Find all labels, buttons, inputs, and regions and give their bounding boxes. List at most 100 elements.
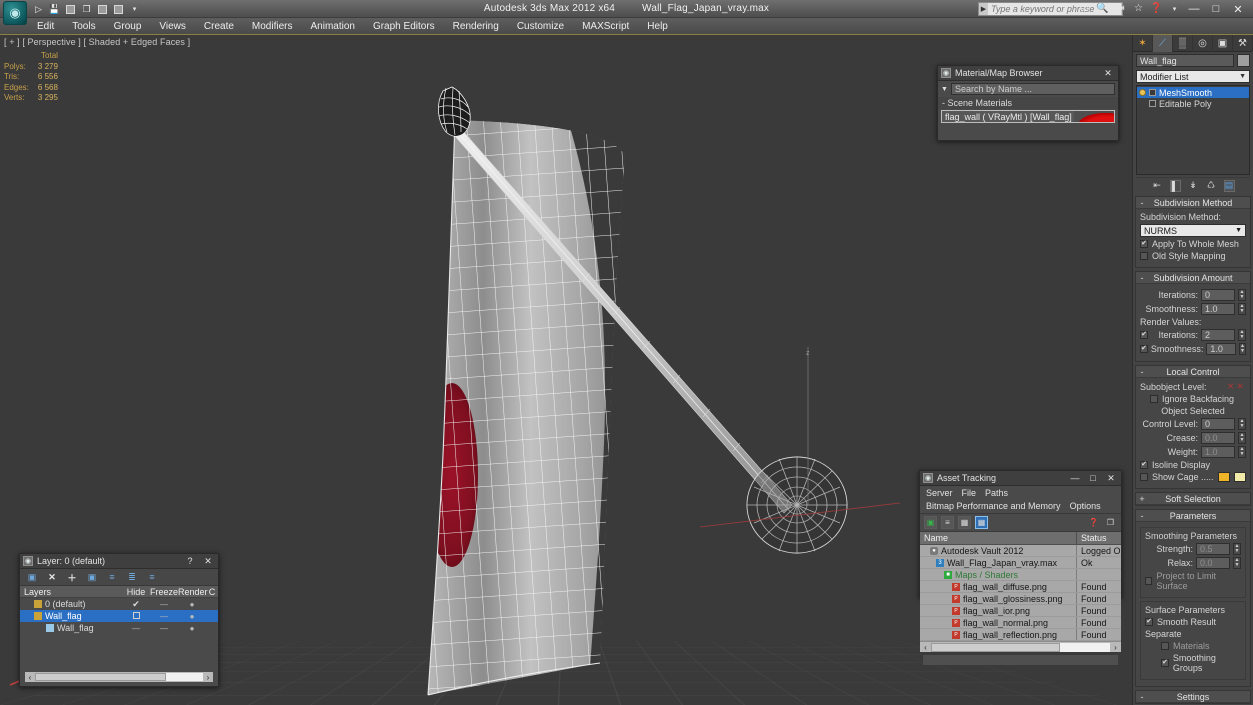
iterations-spinner[interactable]: ▲ ▼ bbox=[1238, 289, 1246, 301]
asset-row[interactable]: ■ Maps / Shaders bbox=[920, 569, 1121, 581]
project-folder-icon[interactable] bbox=[112, 3, 125, 16]
show-cage-row[interactable]: Show Cage ..... bbox=[1140, 472, 1246, 482]
weight-spinner[interactable]: ▲ ▼ bbox=[1238, 446, 1246, 458]
menu-modifiers[interactable]: Modifiers bbox=[243, 18, 302, 35]
checkbox-render-iterations[interactable] bbox=[1140, 331, 1148, 339]
scroll-left-icon[interactable]: ‹ bbox=[920, 643, 931, 652]
object-name-field[interactable]: Wall_flag bbox=[1136, 54, 1234, 67]
layer-row-object-wall-flag[interactable]: Wall_flag — — ● bbox=[20, 622, 218, 634]
export-icon[interactable]: ❐ bbox=[1104, 516, 1117, 529]
layer-list[interactable]: 0 (default) ✔ — ● Wall_flag — ● Wall_fla… bbox=[20, 598, 218, 634]
menu-views[interactable]: Views bbox=[150, 18, 195, 35]
rollout-header[interactable]: - Parameters bbox=[1136, 510, 1250, 522]
strength-field[interactable]: 0.5 bbox=[1196, 543, 1230, 555]
scroll-left-icon[interactable]: ‹ bbox=[25, 673, 35, 682]
help-icon[interactable]: ? bbox=[183, 555, 197, 568]
iterations-field[interactable]: 0 bbox=[1201, 289, 1235, 301]
smoothness-field[interactable]: 1.0 bbox=[1201, 303, 1235, 315]
remove-modifier-icon[interactable]: ♺ bbox=[1206, 180, 1217, 192]
set-current-layer-icon[interactable]: ≡ bbox=[106, 571, 118, 583]
configure-modifier-sets-icon[interactable]: ▤ bbox=[1223, 179, 1235, 192]
qat-dropdown-icon[interactable]: ▾ bbox=[128, 3, 141, 16]
tree-view-icon[interactable]: ▦ bbox=[958, 516, 971, 529]
menu-animation[interactable]: Animation bbox=[301, 18, 363, 35]
scrollbar-thumb[interactable] bbox=[931, 642, 1060, 652]
menu-customize[interactable]: Customize bbox=[508, 18, 573, 35]
maximize-button[interactable]: □ bbox=[1086, 472, 1100, 485]
checkbox-old-style-mapping[interactable] bbox=[1140, 252, 1148, 260]
layer-hide-checkbox[interactable] bbox=[122, 611, 150, 621]
control-level-spinner[interactable]: ▲ ▼ bbox=[1238, 418, 1246, 430]
grid-view-icon[interactable]: ▦ bbox=[975, 516, 988, 529]
rollout-header[interactable]: - Subdivision Method bbox=[1136, 197, 1250, 209]
help-icon[interactable]: ❓ bbox=[1150, 2, 1163, 15]
strength-spinner[interactable]: ▲ ▼ bbox=[1233, 543, 1241, 555]
make-unique-icon[interactable]: ↡ bbox=[1188, 180, 1199, 192]
material-browser-title-bar[interactable]: ◉ Material/Map Browser ✕ bbox=[938, 66, 1118, 81]
collapse-toggle-icon[interactable]: - bbox=[1136, 198, 1148, 208]
menu-create[interactable]: Create bbox=[195, 18, 243, 35]
checkbox-render-smoothness[interactable] bbox=[1140, 345, 1148, 353]
utilities-tab[interactable]: ⚒ bbox=[1233, 35, 1253, 52]
checkbox-materials[interactable] bbox=[1161, 642, 1169, 650]
material-search-input[interactable]: Search by Name ... bbox=[950, 83, 1115, 95]
maximize-button[interactable]: □ bbox=[1205, 0, 1227, 18]
menu-options[interactable]: Options bbox=[1070, 501, 1101, 511]
scene-materials-section-header[interactable]: - Scene Materials bbox=[938, 97, 1118, 109]
weight-field[interactable]: 1.0 bbox=[1201, 446, 1235, 458]
collapse-toggle-icon[interactable]: - bbox=[1136, 367, 1148, 377]
apply-to-whole-mesh-row[interactable]: Apply To Whole Mesh bbox=[1140, 239, 1246, 249]
subscription-icon[interactable]: ⇥ bbox=[1114, 2, 1127, 15]
redo-icon[interactable]: ❐ bbox=[80, 3, 93, 16]
asset-row[interactable]: P flag_wall_glossiness.png Found bbox=[920, 593, 1121, 605]
layer-render-cell[interactable]: ● bbox=[178, 612, 206, 621]
checkbox-isoline-display[interactable] bbox=[1140, 461, 1148, 469]
motion-tab[interactable]: ◎ bbox=[1193, 35, 1213, 52]
modifier-list-dropdown[interactable]: Modifier List ▼ bbox=[1136, 70, 1250, 83]
material-map-browser-window[interactable]: ◉ Material/Map Browser ✕ ▼ Search by Nam… bbox=[937, 65, 1119, 141]
layer-current-check[interactable]: ✔ bbox=[122, 599, 150, 610]
collapse-toggle-icon[interactable]: - bbox=[1136, 511, 1148, 521]
list-view-icon[interactable]: ≡ bbox=[941, 516, 954, 529]
collapse-toggle-icon[interactable]: - bbox=[1136, 692, 1148, 702]
isoline-display-row[interactable]: Isoline Display bbox=[1140, 460, 1246, 470]
menu-server[interactable]: Server bbox=[926, 488, 953, 498]
checkbox-smooth-result[interactable] bbox=[1145, 618, 1153, 626]
section-collapse-icon[interactable]: - bbox=[942, 98, 945, 108]
create-new-layer-icon[interactable]: ▣ bbox=[26, 571, 38, 583]
ignore-backfacing-row[interactable]: Ignore Backfacing bbox=[1140, 394, 1246, 404]
save-file-icon[interactable]: 💾 bbox=[48, 3, 61, 16]
menu-bitmap-performance[interactable]: Bitmap Performance and Memory bbox=[926, 501, 1061, 511]
subdivision-method-dropdown[interactable]: NURMS ▼ bbox=[1140, 224, 1246, 237]
close-icon[interactable]: ✕ bbox=[201, 555, 215, 568]
asset-row[interactable]: P flag_wall_diffuse.png Found bbox=[920, 581, 1121, 593]
object-hide-cell[interactable]: — bbox=[122, 624, 150, 633]
smoothness-spinner[interactable]: ▲ ▼ bbox=[1238, 303, 1246, 315]
layer-manager-window[interactable]: ◉ Layer: 0 (default) ? ✕ ▣ ✕ ＋ ▣ ≡ ≣ ≡ L… bbox=[19, 553, 219, 687]
scrollbar-thumb[interactable] bbox=[35, 673, 167, 681]
layer-freeze-cell[interactable]: — bbox=[150, 612, 178, 621]
select-objects-in-layer-icon[interactable]: ▣ bbox=[86, 571, 98, 583]
light-bulb-icon[interactable] bbox=[1139, 89, 1146, 96]
rollout-header[interactable]: - Local Control bbox=[1136, 366, 1250, 378]
menu-tools[interactable]: Tools bbox=[63, 18, 104, 35]
close-icon[interactable]: ✕ bbox=[1101, 67, 1115, 80]
display-tab[interactable]: ▣ bbox=[1213, 35, 1233, 52]
checkbox-smoothing-groups[interactable] bbox=[1161, 659, 1169, 667]
favorites-star-icon[interactable]: ☆ bbox=[1132, 2, 1145, 15]
modify-tab[interactable]: ⟋ bbox=[1153, 35, 1173, 52]
control-level-field[interactable]: 0 bbox=[1201, 418, 1235, 430]
checkbox-apply-to-whole-mesh[interactable] bbox=[1140, 240, 1148, 248]
menu-paths[interactable]: Paths bbox=[985, 488, 1008, 498]
asset-tracking-window[interactable]: ◉ Asset Tracking — □ ✕ Server File Paths… bbox=[919, 470, 1122, 666]
menu-graph-editors[interactable]: Graph Editors bbox=[364, 18, 444, 35]
app-logo-icon[interactable]: ◉ bbox=[3, 1, 27, 25]
search-icon[interactable]: 🔍 bbox=[1096, 2, 1109, 15]
layer-row-wall-flag[interactable]: Wall_flag — ● bbox=[20, 610, 218, 622]
layer-render-cell[interactable]: ● bbox=[178, 600, 206, 609]
project-to-limit-surface-row[interactable]: Project to Limit Surface bbox=[1145, 571, 1241, 591]
rollout-header[interactable]: - Subdivision Amount bbox=[1136, 272, 1250, 284]
layer-window-title-bar[interactable]: ◉ Layer: 0 (default) ? ✕ bbox=[20, 554, 218, 569]
layer-freeze-cell[interactable]: — bbox=[150, 600, 178, 609]
hierarchy-tab[interactable]: ▒ bbox=[1173, 35, 1193, 52]
